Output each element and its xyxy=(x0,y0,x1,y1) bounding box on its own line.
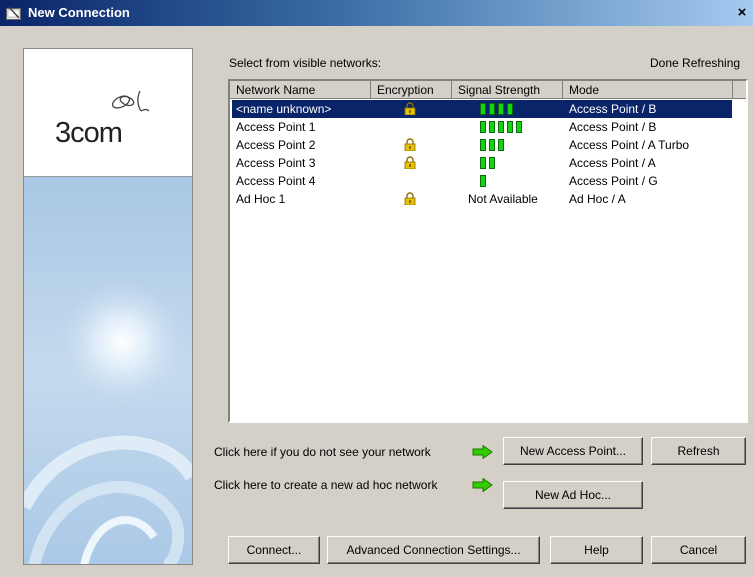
column-header-filler xyxy=(733,81,746,99)
lock-icon xyxy=(404,156,416,170)
network-name: Access Point 3 xyxy=(236,156,316,170)
brand-artwork xyxy=(24,177,192,564)
column-header-signal-strength[interactable]: Signal Strength xyxy=(452,81,563,99)
refresh-status: Done Refreshing xyxy=(650,56,741,70)
signal-bar xyxy=(507,121,513,133)
network-name: Access Point 4 xyxy=(236,174,316,188)
new-access-point-button[interactable]: New Access Point... xyxy=(503,437,643,465)
network-name: <name unknown> xyxy=(236,102,332,116)
network-mode: Access Point / G xyxy=(569,174,658,188)
signal-bar xyxy=(489,139,495,151)
signal-bar xyxy=(507,103,513,115)
cancel-button[interactable]: Cancel xyxy=(651,536,746,564)
network-row[interactable]: Access Point 3 Access Point / A xyxy=(232,154,732,172)
signal-bar xyxy=(516,121,522,133)
signal-bar xyxy=(489,121,495,133)
network-name: Ad Hoc 1 xyxy=(236,192,286,206)
network-mode: Ad Hoc / A xyxy=(569,192,626,206)
network-row[interactable]: <name unknown> Access Point / B xyxy=(232,100,732,118)
signal-bar xyxy=(489,157,495,169)
network-name: Access Point 1 xyxy=(236,120,316,134)
3com-logo-icon xyxy=(111,90,150,112)
close-button[interactable]: × xyxy=(733,4,751,22)
network-mode: Access Point / B xyxy=(569,102,657,116)
signal-bar xyxy=(480,157,486,169)
signal-bar xyxy=(480,139,486,151)
window-icon xyxy=(6,6,21,20)
connect-button[interactable]: Connect... xyxy=(228,536,320,564)
advanced-connection-settings-button[interactable]: Advanced Connection Settings... xyxy=(327,536,540,564)
network-mode: Access Point / B xyxy=(569,120,657,134)
signal-bar xyxy=(480,121,486,133)
refresh-button[interactable]: Refresh xyxy=(651,437,746,465)
signal-bar xyxy=(489,103,495,115)
green-arrow-icon xyxy=(472,478,493,492)
brand-panel: 3com xyxy=(23,48,193,565)
signal-bar xyxy=(480,175,486,187)
lock-icon xyxy=(404,192,416,206)
title-bar: New Connection × xyxy=(0,0,753,26)
column-header-mode[interactable]: Mode xyxy=(563,81,733,99)
network-mode: Access Point / A Turbo xyxy=(569,138,690,152)
network-name: Access Point 2 xyxy=(236,138,316,152)
brand-logo-text: 3com xyxy=(55,117,123,149)
signal-bar xyxy=(498,103,504,115)
lock-icon xyxy=(404,102,416,116)
logo-area: 3com xyxy=(24,49,192,177)
column-header-network-name[interactable]: Network Name xyxy=(230,81,371,99)
network-row[interactable]: Access Point 1 Access Point / B xyxy=(232,118,732,136)
no-network-hint: Click here if you do not see your networ… xyxy=(214,445,431,459)
network-list[interactable]: Network Name Encryption Signal Strength … xyxy=(228,79,748,423)
help-button[interactable]: Help xyxy=(550,536,643,564)
network-row[interactable]: Ad Hoc 1 Not Available Ad Hoc / A xyxy=(232,190,732,208)
adhoc-hint: Click here to create a new ad hoc networ… xyxy=(214,478,438,492)
signal-text: Not Available xyxy=(468,192,538,206)
network-row[interactable]: Access Point 4 Access Point / G xyxy=(232,172,732,190)
signal-bar xyxy=(498,139,504,151)
network-mode: Access Point / A xyxy=(569,156,656,170)
lock-icon xyxy=(404,138,416,152)
signal-bar xyxy=(480,103,486,115)
column-header-encryption[interactable]: Encryption xyxy=(371,81,452,99)
green-arrow-icon xyxy=(472,445,493,459)
network-row[interactable]: Access Point 2 Access Point / A Turbo xyxy=(232,136,732,154)
networks-label: Select from visible networks: xyxy=(229,56,382,70)
signal-bar xyxy=(498,121,504,133)
new-ad-hoc-button[interactable]: New Ad Hoc... xyxy=(503,481,643,509)
window-title: New Connection xyxy=(28,5,130,20)
